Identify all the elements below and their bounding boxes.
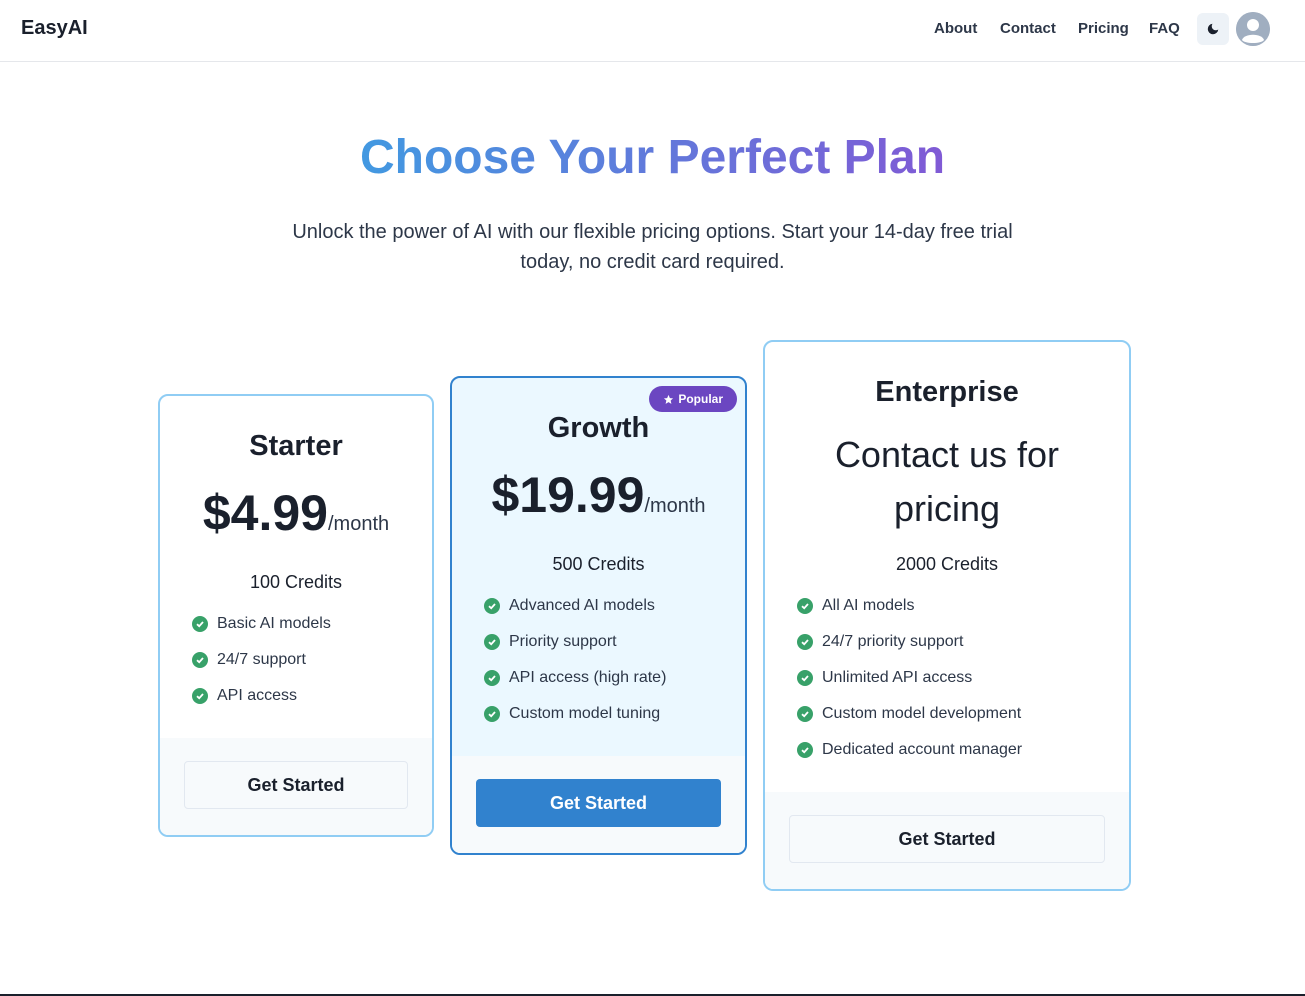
feature-label: 24/7 support [217, 651, 306, 668]
plan-name: Starter [249, 430, 343, 462]
feature-label: Custom model development [822, 705, 1022, 722]
check-circle-icon [797, 670, 813, 686]
theme-toggle-button[interactable] [1197, 13, 1229, 45]
page: EasyAI About Contact Pricing FAQ Choose … [0, 0, 1305, 996]
top-navbar: EasyAI About Contact Pricing FAQ [0, 0, 1305, 62]
feature-item: Custom model tuning [484, 696, 666, 732]
feature-item: Priority support [484, 624, 666, 660]
plan-name: Enterprise [875, 376, 1019, 408]
user-avatar-icon [1236, 12, 1270, 46]
feature-label: Advanced AI models [509, 597, 655, 614]
get-started-button-enterprise[interactable]: Get Started [789, 815, 1105, 863]
feature-item: All AI models [797, 588, 1022, 624]
plan-period: /month [327, 513, 390, 535]
plan-credits: 500 Credits [552, 554, 645, 574]
plan-name: Growth [547, 412, 650, 444]
nav-link-contact[interactable]: Contact [1000, 20, 1056, 37]
check-circle-icon [797, 706, 813, 722]
feature-item: API access [192, 678, 331, 714]
plan-price: $4.99 [202, 485, 328, 541]
feature-label: 24/7 priority support [822, 633, 964, 650]
feature-label: Custom model tuning [509, 705, 661, 722]
feature-label: Dedicated account manager [822, 741, 1023, 758]
feature-label: Basic AI models [217, 615, 331, 632]
feature-item: Dedicated account manager [797, 732, 1022, 768]
plan-credits: 100 Credits [249, 572, 343, 592]
feature-item: Basic AI models [192, 606, 331, 642]
brand-logo[interactable]: EasyAI [21, 17, 88, 40]
plan-card-enterprise: Enterprise Contact us for pricing 2000 C… [763, 340, 1131, 891]
plan-period: /month [644, 495, 706, 517]
check-circle-icon [484, 706, 500, 722]
plan-card-starter: Starter $4.99/month 100 Credits Basic AI… [158, 394, 434, 837]
plan-price-contact: Contact us for pricing [834, 434, 1060, 529]
feature-label: Unlimited API access [822, 669, 973, 686]
check-circle-icon [484, 598, 500, 614]
page-title-text: Choose Your Perfect Plan [359, 131, 946, 184]
user-avatar[interactable] [1236, 12, 1270, 46]
check-circle-icon [797, 742, 813, 758]
feature-item: Unlimited API access [797, 660, 1022, 696]
feature-list: All AI models 24/7 priority support Unli… [797, 588, 1022, 768]
page-title: Choose Your Perfect Plan [0, 128, 1305, 188]
plan-card-footer: Get Started [765, 792, 1129, 889]
feature-item: 24/7 support [192, 642, 331, 678]
get-started-button-starter[interactable]: Get Started [184, 761, 408, 809]
feature-list: Advanced AI models Priority support API … [484, 588, 666, 732]
check-circle-icon [484, 670, 500, 686]
plan-card-footer: Get Started [160, 738, 432, 835]
feature-label: All AI models [822, 597, 915, 614]
plan-price: $19.99 [491, 467, 645, 523]
feature-item: API access (high rate) [484, 660, 666, 696]
price-row: $4.99/month [160, 484, 432, 542]
check-circle-icon [192, 652, 208, 668]
plan-card-footer: Get Started [452, 756, 745, 853]
popular-badge: Popular [649, 386, 737, 412]
nav-link-faq[interactable]: FAQ [1149, 20, 1180, 37]
page-subtitle: Unlock the power of AI with our flexible… [292, 221, 1013, 273]
nav-link-pricing[interactable]: Pricing [1078, 20, 1129, 37]
nav-link-about[interactable]: About [934, 20, 977, 37]
feature-label: Priority support [509, 633, 617, 650]
feature-label: API access [217, 687, 298, 704]
check-circle-icon [192, 688, 208, 704]
plan-card-growth: Popular Growth $19.99/month 500 Credits … [450, 376, 747, 855]
feature-list: Basic AI models 24/7 support API access [192, 606, 331, 714]
plan-credits: 2000 Credits [895, 554, 999, 574]
feature-label: API access (high rate) [509, 669, 667, 686]
feature-item: 24/7 priority support [797, 624, 1022, 660]
moon-icon [1207, 23, 1219, 35]
check-circle-icon [797, 634, 813, 650]
badge-label: Popular [678, 392, 723, 406]
price-row: $19.99/month [452, 466, 745, 524]
feature-item: Custom model development [797, 696, 1022, 732]
star-icon [664, 394, 674, 404]
check-circle-icon [484, 634, 500, 650]
check-circle-icon [797, 598, 813, 614]
get-started-button-growth[interactable]: Get Started [476, 779, 721, 827]
check-circle-icon [192, 616, 208, 632]
feature-item: Advanced AI models [484, 588, 666, 624]
